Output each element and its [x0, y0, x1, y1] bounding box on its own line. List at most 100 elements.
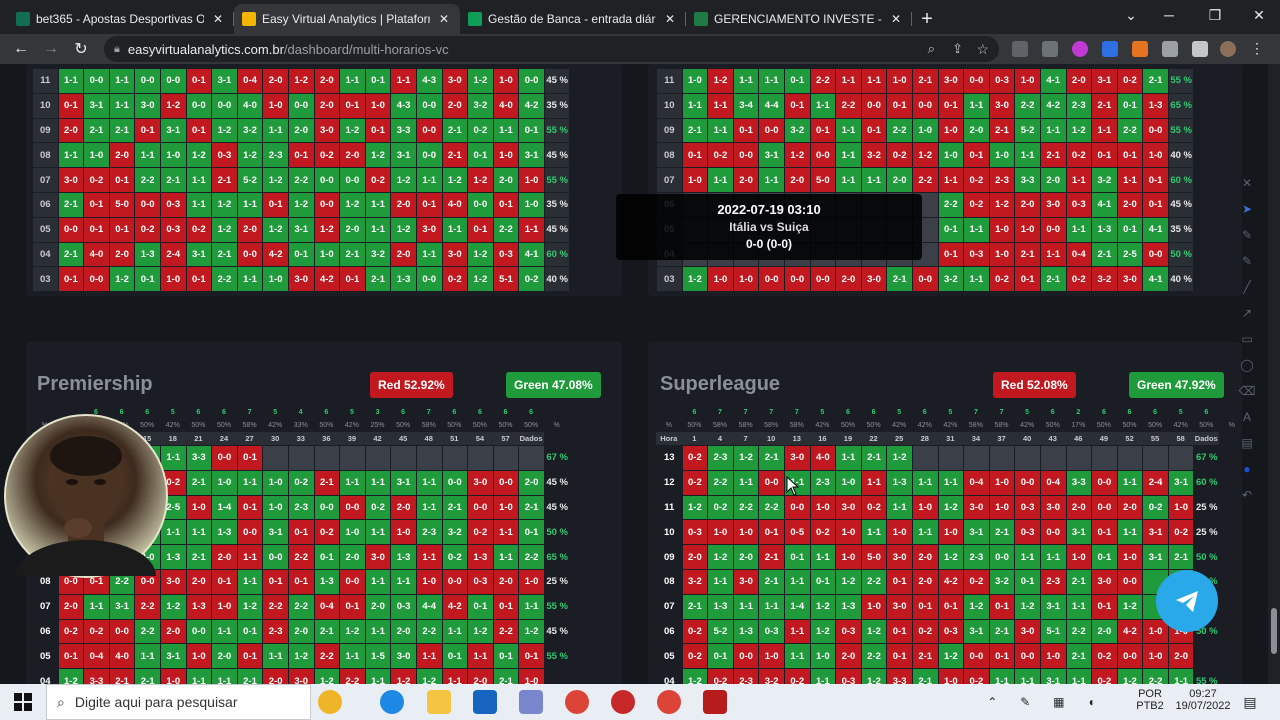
score-cell[interactable]: 1-2	[390, 167, 417, 193]
score-cell[interactable]: 1-2	[57, 668, 85, 684]
circle-extension-icon[interactable]	[1072, 41, 1088, 57]
score-cell[interactable]: 2-0	[364, 593, 392, 620]
score-cell[interactable]: 0-0	[134, 68, 161, 94]
score-cell[interactable]: 1-1	[988, 668, 1016, 684]
score-cell[interactable]: 1-2	[1116, 593, 1144, 620]
score-cell[interactable]: 1-0	[313, 241, 341, 268]
score-cell[interactable]: 1-0	[159, 668, 187, 684]
score-cell[interactable]: 0-1	[287, 142, 315, 169]
score-cell[interactable]: 0-5	[783, 519, 811, 546]
score-cell[interactable]: 0-0	[1014, 643, 1041, 670]
calculator-icon[interactable]	[519, 690, 543, 714]
score-cell[interactable]: 2-2	[415, 618, 443, 645]
score-cell[interactable]: 1-1	[492, 117, 520, 144]
score-cell[interactable]: 0-0	[339, 568, 366, 595]
score-cell[interactable]: 3-2	[1091, 266, 1118, 293]
score-cell[interactable]: 3-0	[390, 643, 417, 670]
score-cell[interactable]: 0-4	[1065, 241, 1093, 268]
score-cell[interactable]: 1-1	[1065, 593, 1093, 620]
score-cell[interactable]: 1-0	[1065, 544, 1093, 570]
score-cell[interactable]: 3-1	[1065, 519, 1093, 546]
score-cell[interactable]: 3-2	[988, 568, 1016, 595]
score-cell[interactable]: 0-2	[963, 568, 990, 595]
score-cell[interactable]: 0-1	[287, 519, 315, 546]
score-cell[interactable]: 3-0	[732, 568, 760, 595]
score-cell[interactable]: 1-1	[809, 92, 837, 119]
score-cell[interactable]: 0-1	[937, 92, 965, 119]
score-cell[interactable]: 2-1	[108, 668, 136, 684]
score-cell[interactable]: 0-3	[492, 241, 520, 268]
score-cell[interactable]: 0-1	[809, 568, 837, 595]
score-cell[interactable]: 0-0	[415, 266, 443, 293]
score-cell[interactable]: 3-0	[1091, 568, 1118, 595]
audio-extension-icon[interactable]	[1102, 41, 1118, 57]
score-cell[interactable]: 0-1	[1091, 593, 1118, 620]
side-panel-icon[interactable]	[1192, 41, 1208, 57]
score-cell[interactable]: 3-3	[390, 117, 417, 144]
score-cell[interactable]: 0-0	[415, 142, 443, 169]
score-cell[interactable]: 1-1	[732, 68, 760, 94]
browser-tab[interactable]: bet365 - Apostas Desportivas On ✕	[8, 4, 234, 34]
file-explorer-icon[interactable]	[427, 690, 451, 714]
score-cell[interactable]: 0-1	[83, 216, 110, 243]
chat-icon[interactable]: ▤	[1241, 436, 1252, 450]
score-cell[interactable]: 0-1	[1091, 142, 1118, 169]
score-cell[interactable]: 0-1	[681, 142, 709, 169]
score-cell[interactable]: 2-2	[860, 568, 888, 595]
score-cell[interactable]: 3-0	[415, 216, 443, 243]
score-cell[interactable]	[441, 445, 469, 471]
score-cell[interactable]: 1-2	[809, 593, 837, 620]
score-cell[interactable]: 2-3	[963, 544, 990, 570]
score-cell[interactable]: 4-1	[518, 241, 545, 268]
score-cell[interactable]: 0-2	[1065, 266, 1093, 293]
score-cell[interactable]: 1-1	[835, 167, 862, 193]
score-cell[interactable]: 2-2	[492, 618, 520, 645]
score-cell[interactable]: 1-2	[681, 494, 709, 521]
score-cell[interactable]: 1-2	[159, 92, 187, 119]
score-cell[interactable]: 0-2	[1065, 142, 1093, 169]
score-cell[interactable]: 0-0	[313, 494, 341, 521]
score-cell[interactable]	[339, 445, 366, 471]
score-cell[interactable]: 2-0	[339, 216, 366, 243]
score-cell[interactable]: 1-0	[211, 469, 238, 496]
score-cell[interactable]: 1-1	[185, 519, 213, 546]
score-cell[interactable]: 2-0	[390, 191, 417, 218]
eraser-icon[interactable]: ⌫	[1239, 384, 1256, 398]
score-cell[interactable]: 2-1	[758, 568, 785, 595]
score-cell[interactable]: 0-0	[732, 643, 760, 670]
score-cell[interactable]: 1-1	[415, 167, 443, 193]
score-cell[interactable]: 1-2	[262, 167, 289, 193]
score-cell[interactable]: 1-2	[390, 216, 417, 243]
score-cell[interactable]: 0-1	[937, 241, 965, 268]
score-cell[interactable]: 2-1	[518, 494, 545, 521]
score-cell[interactable]: 1-0	[809, 643, 837, 670]
metamask-fox-icon[interactable]	[1132, 41, 1148, 57]
score-cell[interactable]: 3-1	[83, 92, 110, 119]
score-cell[interactable]: 4-0	[441, 191, 469, 218]
score-cell[interactable]: 0-3	[681, 519, 709, 546]
score-cell[interactable]: 1-1	[1014, 544, 1041, 570]
score-cell[interactable]: 2-0	[1039, 167, 1067, 193]
score-cell[interactable]: 1-1	[364, 469, 392, 496]
score-cell[interactable]: 3-2	[441, 519, 469, 546]
score-cell[interactable]: 0-1	[988, 643, 1016, 670]
page-scrollbar[interactable]	[1268, 64, 1280, 684]
score-cell[interactable]: 1-0	[159, 142, 187, 169]
score-cell[interactable]: 2-4	[159, 241, 187, 268]
score-cell[interactable]: 3-1	[390, 469, 417, 496]
score-cell[interactable]: 1-0	[937, 142, 965, 169]
share-icon[interactable]: ⇪	[952, 41, 963, 57]
score-cell[interactable]: 0-2	[963, 668, 990, 684]
score-cell[interactable]: 1-2	[262, 216, 289, 243]
score-cell[interactable]: 3-0	[1039, 494, 1067, 521]
score-cell[interactable]	[937, 445, 965, 471]
score-cell[interactable]: 2-1	[339, 241, 366, 268]
score-cell[interactable]: 1-1	[707, 117, 734, 144]
score-cell[interactable]: 3-0	[287, 668, 315, 684]
score-cell[interactable]: 0-3	[937, 618, 965, 645]
score-cell[interactable]: 3-0	[467, 469, 494, 496]
score-cell[interactable]: 1-1	[134, 643, 161, 670]
score-cell[interactable]: 2-0	[732, 167, 760, 193]
score-cell[interactable]: 1-2	[441, 167, 469, 193]
score-cell[interactable]: 2-0	[1065, 494, 1093, 521]
